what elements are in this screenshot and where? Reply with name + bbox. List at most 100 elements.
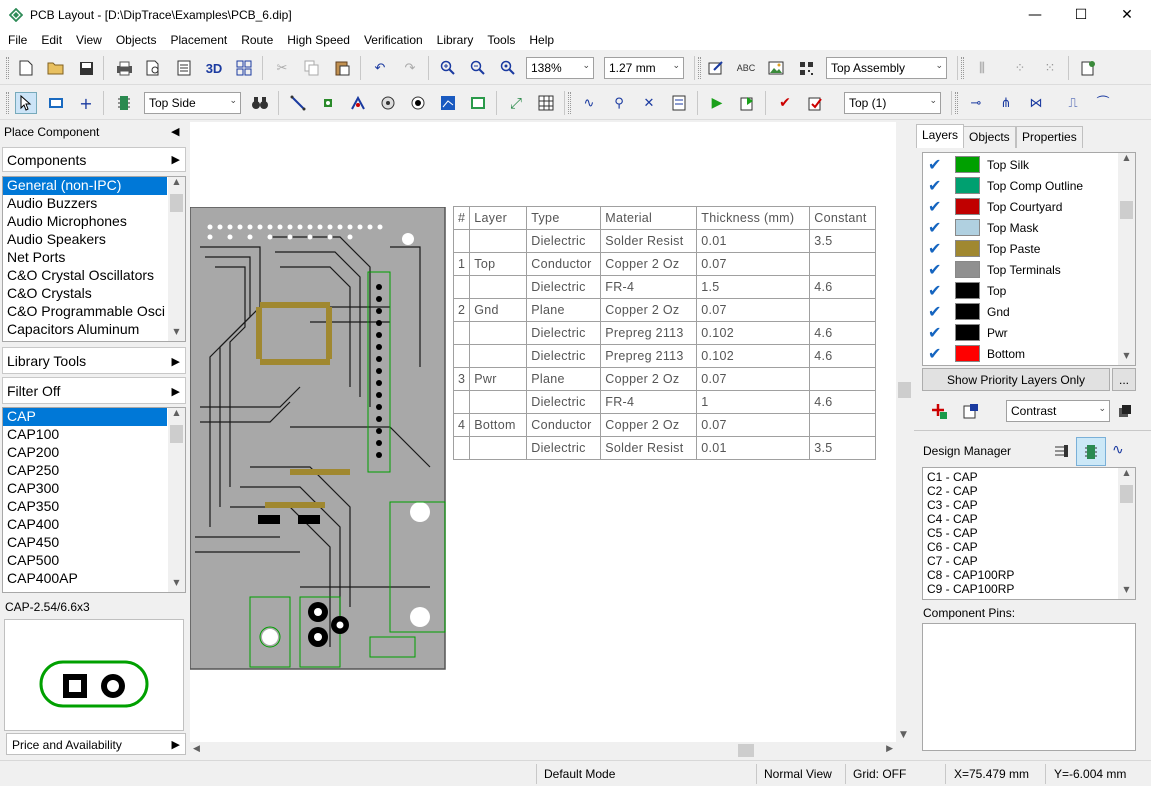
component-icon[interactable]	[113, 92, 135, 114]
layer-color-swatch[interactable]	[955, 324, 980, 341]
check-icon[interactable]: ✔	[928, 218, 941, 237]
scroll-up-icon[interactable]: ▲	[168, 408, 185, 422]
scroll-down-icon[interactable]: ▼	[900, 730, 907, 740]
menu-route[interactable]: Route	[234, 30, 280, 50]
copper-pour-icon[interactable]	[347, 92, 369, 114]
via-icon[interactable]	[377, 92, 399, 114]
check-icon[interactable]: ✔	[928, 344, 941, 363]
list-item[interactable]: Audio Speakers	[3, 231, 167, 249]
route-setup-icon[interactable]	[668, 92, 690, 114]
panelize-icon[interactable]	[233, 57, 255, 79]
layer-color-swatch[interactable]	[955, 198, 980, 215]
layer-color-swatch[interactable]	[955, 261, 980, 278]
gather-icon[interactable]: ⁘	[1009, 57, 1031, 79]
fanout-icon[interactable]: ⚲	[608, 92, 630, 114]
check-icon[interactable]: ✔	[928, 197, 941, 216]
scroll-up-icon[interactable]: ▲	[1118, 468, 1135, 482]
table-icon[interactable]	[535, 92, 557, 114]
contrast-combo[interactable]: Contrast ⌄	[1006, 400, 1110, 422]
list-item[interactable]: CAP400	[3, 516, 167, 534]
canvas-vertical-scrollbar[interactable]: ▼	[896, 122, 913, 742]
list-item[interactable]: Capacitors Aluminum	[3, 321, 167, 339]
menu-library[interactable]: Library	[430, 30, 481, 50]
open-folder-icon[interactable]	[45, 57, 67, 79]
zoom-in-icon[interactable]	[437, 57, 459, 79]
route-trace-icon[interactable]	[287, 92, 309, 114]
zoom-combo[interactable]: 138% ⌄	[526, 57, 594, 79]
hole-icon[interactable]	[407, 92, 429, 114]
list-item[interactable]: CAP250	[3, 462, 167, 480]
scroll-down-icon[interactable]: ▼	[168, 327, 185, 341]
library-list[interactable]: General (non-IPC) Audio Buzzers Audio Mi…	[2, 176, 186, 342]
menu-help[interactable]: Help	[522, 30, 561, 50]
layer-row-top-mask[interactable]: ✔ Top Mask	[923, 217, 1119, 238]
list-item[interactable]: C5 - CAP	[923, 526, 1135, 540]
layer-row-top-courtyard[interactable]: ✔ Top Courtyard	[923, 196, 1119, 217]
shape-icon[interactable]	[437, 92, 459, 114]
list-item[interactable]: C&O Crystal Oscillators	[3, 267, 167, 285]
scroll-thumb[interactable]	[170, 194, 183, 212]
menu-objects[interactable]: Objects	[109, 30, 164, 50]
check-icon[interactable]: ✔	[928, 239, 941, 258]
drc-setup-icon[interactable]	[804, 92, 826, 114]
length-icon[interactable]: ⊸	[965, 92, 987, 114]
list-item[interactable]: C&O Programmable Osci	[3, 303, 167, 321]
layer-row-top-paste[interactable]: ✔ Top Paste	[923, 238, 1119, 259]
maximize-button[interactable]: ☐	[1058, 0, 1104, 30]
layer-row-gnd[interactable]: ✔ Gnd	[923, 301, 1119, 322]
scroll-up-icon[interactable]: ▲	[168, 177, 185, 191]
color-scheme-icon[interactable]	[1118, 404, 1132, 418]
signal-plot-icon[interactable]: ⏜	[1092, 92, 1114, 114]
pan-icon[interactable]	[45, 92, 67, 114]
layer-row-top-terminals[interactable]: ✔ Top Terminals	[923, 259, 1119, 280]
filter-header[interactable]: Filter Off ▶	[2, 377, 186, 404]
list-item[interactable]: C7 - CAP	[923, 554, 1135, 568]
list-item[interactable]: C&O Crystals	[3, 285, 167, 303]
check-icon[interactable]: ✔	[928, 155, 941, 174]
list-item[interactable]: CAP200	[3, 444, 167, 462]
component-list[interactable]: C1 - CAP C2 - CAP C3 - CAP C4 - CAP C5 -…	[922, 467, 1136, 600]
close-button[interactable]: ✕	[1104, 0, 1150, 30]
scroll-thumb[interactable]	[738, 744, 754, 757]
scroll-down-icon[interactable]: ▼	[1118, 585, 1135, 599]
layer-color-swatch[interactable]	[955, 177, 980, 194]
library-scrollbar[interactable]: ▲ ▼	[168, 177, 185, 341]
design-info-icon[interactable]	[705, 57, 727, 79]
library-tools-header[interactable]: Library Tools ▶	[2, 347, 186, 374]
list-item[interactable]: CAP500	[3, 552, 167, 570]
check-icon[interactable]: ✔	[928, 302, 941, 321]
scroll-down-icon[interactable]: ▼	[1118, 351, 1135, 365]
tab-objects[interactable]: Objects	[963, 126, 1016, 148]
parts-list[interactable]: CAP CAP100 CAP200 CAP250 CAP300 CAP350 C…	[2, 407, 186, 593]
parts-scrollbar[interactable]: ▲ ▼	[168, 408, 185, 592]
check-icon[interactable]: ✔	[928, 323, 941, 342]
minimize-button[interactable]: —	[1012, 0, 1058, 30]
list-item[interactable]: C3 - CAP	[923, 498, 1135, 512]
toolbar-grip[interactable]	[961, 57, 964, 79]
menu-placement[interactable]: Placement	[164, 30, 235, 50]
list-item[interactable]: Audio Microphones	[3, 213, 167, 231]
scroll-thumb[interactable]	[1120, 201, 1133, 219]
select-pointer-icon[interactable]	[15, 92, 37, 114]
scroll-right-icon[interactable]: ▶	[886, 744, 893, 754]
layer-color-swatch[interactable]	[955, 219, 980, 236]
copy-icon[interactable]	[301, 57, 323, 79]
qr-code-icon[interactable]	[795, 57, 817, 79]
add-layer-icon[interactable]	[930, 402, 948, 420]
layer-row-bottom[interactable]: ✔ Bottom	[923, 343, 1119, 364]
price-availability-header[interactable]: Price and Availability ▶	[6, 733, 186, 755]
component-list-scrollbar[interactable]: ▲ ▼	[1118, 468, 1135, 599]
toolbar-grip[interactable]	[698, 57, 701, 79]
toolbar-grip[interactable]	[568, 92, 571, 114]
side-combo[interactable]: Top Side ⌄	[144, 92, 241, 114]
scroll-thumb[interactable]	[170, 425, 183, 443]
tab-layers[interactable]: Layers	[916, 124, 965, 148]
design-manager-nets-icon[interactable]	[1052, 442, 1070, 460]
paste-icon[interactable]	[331, 57, 353, 79]
design-manager-components-button[interactable]	[1076, 437, 1106, 466]
layer-color-swatch[interactable]	[955, 282, 980, 299]
list-item[interactable]: CAP100	[3, 426, 167, 444]
toolbar-grip[interactable]	[6, 92, 9, 114]
tab-properties[interactable]: Properties	[1016, 126, 1083, 148]
zoom-fit-icon[interactable]	[497, 57, 519, 79]
